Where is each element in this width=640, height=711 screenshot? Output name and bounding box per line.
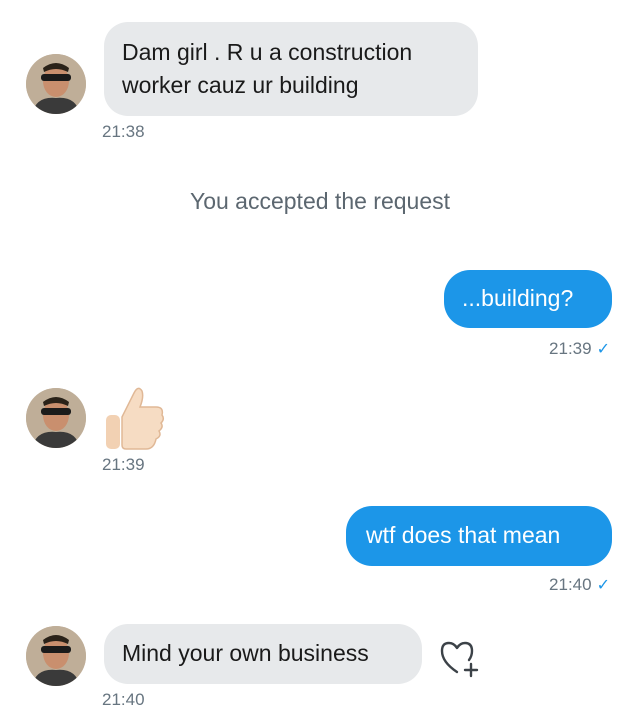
message-time-5: 21:40 [102, 690, 145, 709]
sender-avatar[interactable] [26, 388, 86, 448]
message-time-3: 21:39 [102, 455, 145, 474]
sender-avatar[interactable] [26, 54, 86, 114]
thumbs-up-emoji[interactable] [102, 383, 166, 455]
read-receipt-icon: ✓ [596, 577, 610, 594]
message-bubble-2[interactable]: ...building? [444, 270, 612, 328]
message-meta-4: 21:40 ✓ [549, 575, 610, 595]
message-bubble-5[interactable]: Mind your own business [104, 624, 422, 684]
message-time-1: 21:38 [102, 122, 145, 141]
message-meta-2: 21:39 ✓ [549, 339, 610, 359]
system-message: You accepted the request [189, 188, 451, 214]
message-time-2: 21:39 [549, 339, 592, 358]
message-time-4: 21:40 [549, 575, 592, 594]
message-bubble-1[interactable]: Dam girl . R u a construction worker cau… [104, 22, 478, 116]
conversation: Dam girl . R u a construction worker cau… [0, 0, 640, 711]
message-bubble-4[interactable]: wtf does that mean [346, 506, 612, 566]
sender-avatar[interactable] [26, 626, 86, 686]
read-receipt-icon: ✓ [596, 341, 610, 358]
add-reaction-heart-icon[interactable] [436, 634, 482, 680]
